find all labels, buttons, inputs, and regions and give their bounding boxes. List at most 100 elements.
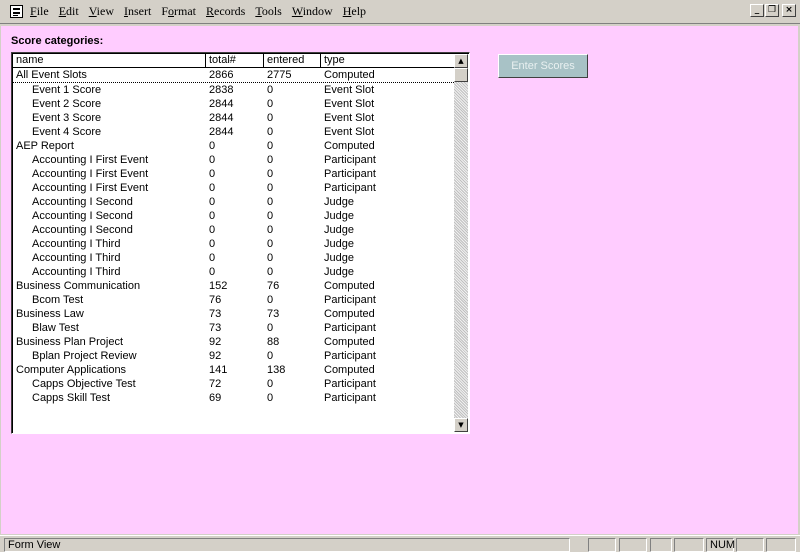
cell-total: 92 <box>209 336 222 348</box>
list-item[interactable]: Capps Skill Test 69 0 Participant <box>13 391 454 405</box>
score-categories-label: Score categories: <box>11 35 104 47</box>
cell-entered: 0 <box>267 378 274 390</box>
cell-type: Computed <box>324 308 375 320</box>
cell-type: Judge <box>324 266 354 278</box>
cell-entered: 0 <box>267 392 274 404</box>
close-icon[interactable]: × <box>782 4 796 17</box>
list-item[interactable]: AEP Report 0 0 Computed <box>13 139 454 153</box>
cell-name: Computer Applications <box>16 364 127 376</box>
list-item[interactable]: Accounting I Third 0 0 Judge <box>13 237 454 251</box>
list-item[interactable]: Accounting I Second 0 0 Judge <box>13 209 454 223</box>
cell-type: Computed <box>324 69 375 81</box>
cell-name: Capps Skill Test <box>32 392 111 404</box>
cell-name: Accounting I Second <box>32 224 133 236</box>
scroll-thumb[interactable] <box>454 68 468 82</box>
column-header-name: name <box>16 54 44 66</box>
cell-total: 141 <box>209 364 228 376</box>
column-header-entered: entered <box>267 54 305 66</box>
score-categories-listbox[interactable]: name total# entered type All Event Slots… <box>11 52 470 434</box>
cell-name: AEP Report <box>16 140 74 152</box>
cell-type: Participant <box>324 322 376 334</box>
cell-entered: 0 <box>267 294 274 306</box>
cell-type: Participant <box>324 350 376 362</box>
menu-item[interactable]: Window <box>292 4 333 20</box>
cell-total: 0 <box>209 168 216 180</box>
list-item[interactable]: Business Communication 152 76 Computed <box>13 279 454 293</box>
list-item[interactable]: Bcom Test 76 0 Participant <box>13 293 454 307</box>
list-header-row: name total# entered type <box>13 54 454 68</box>
list-item[interactable]: Business Plan Project 92 88 Computed <box>13 335 454 349</box>
cell-type: Participant <box>324 168 376 180</box>
list-item[interactable]: Accounting I Second 0 0 Judge <box>13 223 454 237</box>
list-item[interactable]: Accounting I Second 0 0 Judge <box>13 195 454 209</box>
cell-name: Bcom Test <box>32 294 84 306</box>
cell-name: Accounting I Third <box>32 252 121 264</box>
vertical-scrollbar[interactable]: ▲ ▼ <box>454 54 468 432</box>
list-item[interactable]: Business Law 73 73 Computed <box>13 307 454 321</box>
status-panel <box>588 538 616 552</box>
cell-total: 0 <box>209 266 216 278</box>
enter-scores-button[interactable]: Enter Scores <box>498 54 588 78</box>
menu-item[interactable]: Insert <box>124 4 151 20</box>
menu-item[interactable]: Format <box>161 4 196 20</box>
menu-item[interactable]: File <box>30 4 49 20</box>
control-menu-icon[interactable] <box>10 5 23 18</box>
cell-name: All Event Slots <box>16 69 87 81</box>
cell-name: Event 3 Score <box>32 112 102 124</box>
scroll-up-icon[interactable]: ▲ <box>454 54 468 68</box>
cell-name: Accounting I First Event <box>32 154 149 166</box>
list-rows: All Event Slots 2866 2775 Computed Event 1 S… <box>13 68 454 405</box>
minimize-icon[interactable]: _ <box>750 4 764 17</box>
cell-total: 152 <box>209 280 228 292</box>
cell-total: 2844 <box>209 98 234 110</box>
menu-item[interactable]: Help <box>343 4 366 20</box>
status-view-text: Form View <box>4 538 570 552</box>
cell-entered: 73 <box>267 308 280 320</box>
list-item[interactable]: Accounting I Third 0 0 Judge <box>13 265 454 279</box>
list-item[interactable]: All Event Slots 2866 2775 Computed <box>13 68 454 83</box>
menu-item[interactable]: Tools <box>255 4 282 20</box>
cell-type: Judge <box>324 210 354 222</box>
cell-total: 72 <box>209 378 222 390</box>
list-item[interactable]: Event 4 Score 2844 0 Event Slot <box>13 125 454 139</box>
scroll-down-icon[interactable]: ▼ <box>454 418 468 432</box>
menu-bar: File Edit View Insert Format Records Tools Wind… <box>0 0 800 24</box>
menu-item[interactable]: Records <box>206 4 245 20</box>
cell-name: Accounting I Second <box>32 196 133 208</box>
cell-type: Event Slot <box>324 84 375 96</box>
menu-item[interactable]: Edit <box>59 4 79 20</box>
cell-total: 0 <box>209 196 216 208</box>
cell-type: Participant <box>324 378 376 390</box>
status-bar: Form View NUM <box>0 535 800 552</box>
restore-icon[interactable]: ❐ <box>765 4 779 17</box>
cell-name: Blaw Test <box>32 322 79 334</box>
list-item[interactable]: Event 1 Score 2838 0 Event Slot <box>13 83 454 97</box>
cell-entered: 0 <box>267 98 274 110</box>
list-item[interactable]: Accounting I First Event 0 0 Participant <box>13 167 454 181</box>
cell-name: Event 4 Score <box>32 126 102 138</box>
menu-item[interactable]: View <box>89 4 114 20</box>
list-item[interactable]: Blaw Test 73 0 Participant <box>13 321 454 335</box>
list-item[interactable]: Accounting I First Event 0 0 Participant <box>13 181 454 195</box>
cell-type: Computed <box>324 364 375 376</box>
cell-total: 2844 <box>209 126 234 138</box>
list-item[interactable]: Accounting I First Event 0 0 Participant <box>13 153 454 167</box>
list-item[interactable]: Capps Objective Test 72 0 Participant <box>13 377 454 391</box>
list-item[interactable]: Event 3 Score 2844 0 Event Slot <box>13 111 454 125</box>
list-item[interactable]: Accounting I Third 0 0 Judge <box>13 251 454 265</box>
cell-entered: 138 <box>267 364 286 376</box>
cell-total: 69 <box>209 392 222 404</box>
list-item[interactable]: Event 2 Score 2844 0 Event Slot <box>13 97 454 111</box>
list-item[interactable]: Bplan Project Review 92 0 Participant <box>13 349 454 363</box>
status-panel <box>736 538 764 552</box>
cell-entered: 0 <box>267 140 274 152</box>
menu-items: File Edit View Insert Format Records Tools Wind… <box>30 4 376 20</box>
cell-entered: 0 <box>267 182 274 194</box>
cell-name: Accounting I Second <box>32 210 133 222</box>
cell-total: 0 <box>209 238 216 250</box>
list-item[interactable]: Computer Applications 141 138 Computed <box>13 363 454 377</box>
status-panel <box>766 538 796 552</box>
cell-entered: 88 <box>267 336 280 348</box>
cell-total: 2866 <box>209 69 234 81</box>
cell-entered: 0 <box>267 210 274 222</box>
